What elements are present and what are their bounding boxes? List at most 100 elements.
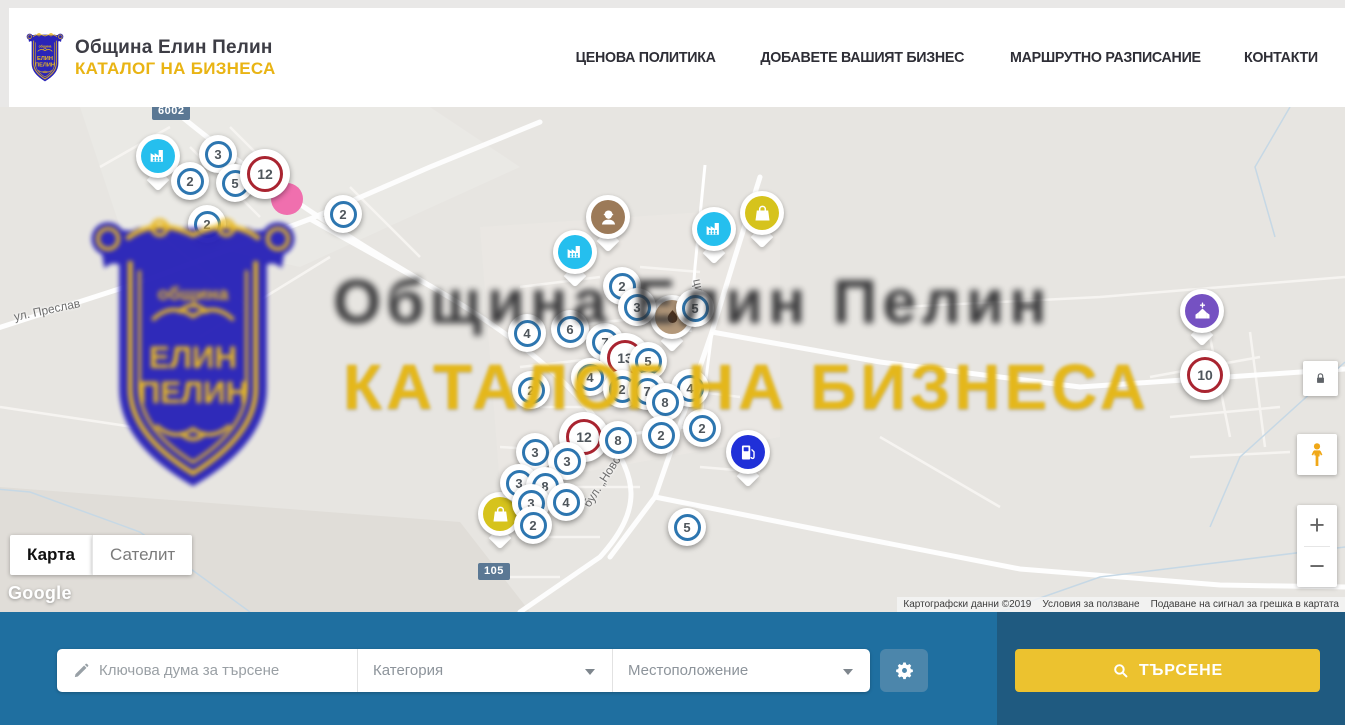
cluster-count: 6 — [557, 316, 584, 343]
main-nav: ЦЕНОВА ПОЛИТИКА ДОБАВЕТЕ ВАШИЯТ БИЗНЕС М… — [572, 49, 1320, 66]
map-cluster-marker[interactable]: 2 — [171, 162, 209, 200]
svg-text:ЕЛИН: ЕЛИН — [37, 56, 53, 62]
chevron-down-icon — [843, 669, 853, 675]
svg-text:община: община — [39, 44, 52, 48]
worker-icon — [591, 200, 625, 234]
zoom-in-button[interactable]: + — [1297, 505, 1337, 546]
brand[interactable]: община ЕЛИН ПЕЛИН Община Елин Пелин КАТА… — [25, 27, 276, 89]
street-view-pegman[interactable] — [1297, 434, 1337, 475]
search-bar: ТЪРСЕНЕ Категория Местоположение — [0, 612, 1345, 725]
brand-title: Община Елин Пелин — [75, 37, 276, 59]
map-pin-fuel[interactable] — [726, 430, 770, 488]
pin-head — [726, 430, 770, 474]
cluster-count: 3 — [205, 141, 232, 168]
nav-item-schedule[interactable]: МАРШРУТНО РАЗПИСАНИЕ — [1010, 49, 1201, 66]
map-cluster-marker[interactable]: 2 — [324, 195, 362, 233]
attribution-copyright: Картографски данни ©2019 — [903, 599, 1031, 610]
zoom-control: + − — [1297, 505, 1337, 587]
lock-icon — [1313, 371, 1328, 386]
cluster-count: 5 — [635, 348, 662, 375]
cluster-count: 2 — [194, 211, 221, 238]
pin-head — [740, 191, 784, 235]
map-cluster-marker[interactable]: 12 — [240, 149, 290, 199]
map-type-satellite-button[interactable]: Сателит — [92, 535, 192, 575]
keyword-section — [57, 649, 357, 692]
chevron-down-icon — [585, 669, 595, 675]
google-logo[interactable]: Google — [8, 583, 72, 604]
nav-item-contacts[interactable]: КОНТАКТИ — [1244, 49, 1318, 66]
shopping-bag-icon — [745, 196, 779, 230]
pin-head — [692, 207, 736, 251]
map-cluster-marker[interactable]: 2 — [683, 409, 721, 447]
map-pin-factory[interactable] — [692, 207, 736, 265]
zoom-out-button[interactable]: − — [1297, 547, 1337, 588]
header: община ЕЛИН ПЕЛИН Община Елин Пелин КАТА… — [9, 8, 1345, 107]
attribution-terms-link[interactable]: Условия за ползване — [1042, 599, 1139, 610]
category-dropdown-label: Категория — [373, 662, 443, 679]
cluster-count: 8 — [652, 389, 679, 416]
map-cluster-marker[interactable]: 2 — [642, 416, 680, 454]
cluster-count: 3 — [554, 448, 581, 475]
map-attribution: Картографски данни ©2019 Условия за полз… — [897, 597, 1345, 612]
pin-head — [586, 195, 630, 239]
pin-head — [1180, 289, 1224, 333]
cluster-count: 8 — [605, 427, 632, 454]
lock-button[interactable] — [1303, 361, 1338, 396]
search-input-group: Категория Местоположение — [57, 649, 870, 692]
factory-icon — [141, 139, 175, 173]
map-cluster-marker[interactable]: 5 — [668, 508, 706, 546]
cluster-count: 4 — [577, 364, 604, 391]
cluster-count: 2 — [177, 168, 204, 195]
search-button[interactable]: ТЪРСЕНЕ — [1015, 649, 1320, 692]
map-type-map-button[interactable]: Карта — [10, 535, 92, 575]
cluster-count: 4 — [553, 489, 580, 516]
map-pin-church[interactable] — [1180, 289, 1224, 347]
advanced-search-button[interactable] — [880, 649, 928, 692]
cluster-count: 5 — [682, 295, 709, 322]
map-cluster-marker[interactable]: 2 — [512, 371, 550, 409]
church-icon — [1185, 294, 1219, 328]
gear-icon — [894, 660, 915, 681]
cluster-count: 3 — [522, 439, 549, 466]
map-cluster-marker[interactable]: 6 — [551, 310, 589, 348]
map-canvas[interactable]: 3251222235647135422748212823338342510600… — [0, 107, 1345, 612]
nav-item-add-business[interactable]: ДОБАВЕТЕ ВАШИЯТ БИЗНЕС — [760, 49, 964, 66]
map-cluster-marker[interactable]: 4 — [547, 483, 585, 521]
map-cluster-marker[interactable]: 2 — [514, 506, 552, 544]
keyword-search-input[interactable] — [99, 662, 347, 679]
nav-item-pricing[interactable]: ЦЕНОВА ПОЛИТИКА — [575, 49, 715, 66]
cluster-count: 2 — [648, 422, 675, 449]
pegman-icon — [1306, 442, 1328, 468]
map-cluster-marker[interactable]: 3 — [618, 288, 656, 326]
location-dropdown[interactable]: Местоположение — [612, 649, 870, 692]
road-number-badge: 105 — [478, 563, 510, 580]
map-pin-shopping-bag[interactable] — [740, 191, 784, 249]
map-cluster-marker[interactable]: 8 — [599, 421, 637, 459]
category-dropdown[interactable]: Категория — [357, 649, 612, 692]
search-icon — [1112, 662, 1129, 679]
map-cluster-marker[interactable]: 4 — [508, 314, 546, 352]
brand-subtitle: КАТАЛОГ НА БИЗНЕСА — [75, 59, 276, 79]
factory-icon — [697, 212, 731, 246]
cluster-count: 4 — [514, 320, 541, 347]
page: община ЕЛИН ПЕЛИН Община Елин Пелин КАТА… — [0, 0, 1345, 725]
map-cluster-marker[interactable]: 2 — [188, 205, 226, 243]
map-cluster-marker[interactable]: 8 — [646, 383, 684, 421]
map-cluster-marker[interactable]: 5 — [676, 289, 714, 327]
road-number-badge: 6002 — [152, 107, 190, 120]
cluster-count: 2 — [518, 377, 545, 404]
cluster-count: 2 — [689, 415, 716, 442]
cluster-count: 2 — [330, 201, 357, 228]
attribution-report-link[interactable]: Подаване на сигнал за грешка в картата — [1151, 599, 1339, 610]
cluster-count: 2 — [520, 512, 547, 539]
municipality-crest-icon: община ЕЛИН ПЕЛИН — [25, 27, 65, 89]
pencil-icon — [73, 662, 90, 679]
cluster-count: 10 — [1187, 357, 1223, 393]
cluster-count: 5 — [674, 514, 701, 541]
map-cluster-marker[interactable]: 10 — [1180, 350, 1230, 400]
search-button-panel: ТЪРСЕНЕ — [997, 612, 1345, 725]
svg-text:ПЕЛИН: ПЕЛИН — [35, 62, 55, 68]
location-dropdown-label: Местоположение — [628, 662, 748, 679]
map-pin-worker[interactable] — [586, 195, 630, 253]
map-type-control: Карта Сателит — [10, 535, 192, 575]
